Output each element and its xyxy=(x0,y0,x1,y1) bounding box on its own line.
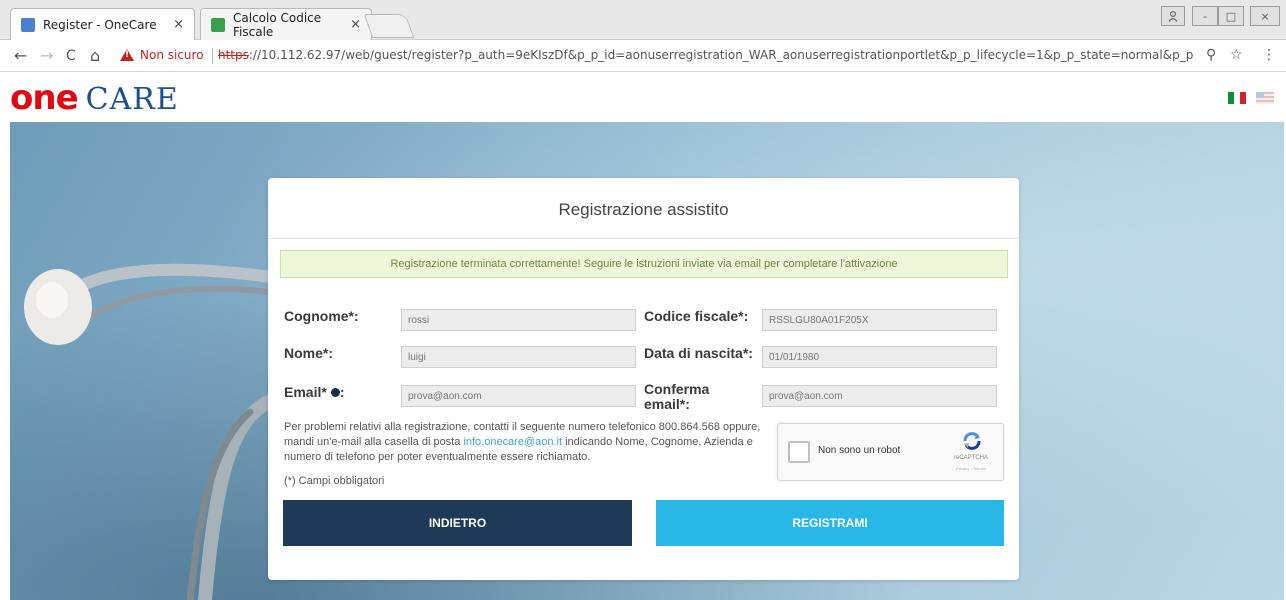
cognome-field[interactable]: rossi xyxy=(401,309,636,331)
conferma-email-field[interactable]: prova@aon.com xyxy=(762,385,997,407)
warning-icon xyxy=(120,49,134,61)
help-text: Per problemi relativi alla registrazione… xyxy=(284,420,774,465)
logo-care-text: CARE xyxy=(85,82,179,117)
sheet-favicon-icon xyxy=(211,17,225,32)
security-label: Non sicuro xyxy=(140,48,204,62)
conferma-email-label-line1: Conferma xyxy=(644,381,710,397)
url-scheme: https xyxy=(218,48,249,62)
data-nascita-field[interactable]: 01/01/1980 xyxy=(762,346,997,368)
browser-tab-bar: Register - OneCare × Calcolo Codice Fisc… xyxy=(0,0,1286,40)
tab-register-onecare[interactable]: Register - OneCare × xyxy=(10,8,195,40)
page-title: Registrazione assistito xyxy=(558,200,729,219)
recaptcha-brand: reCAPTCHA xyxy=(953,455,988,461)
onecare-logo[interactable]: one CARE xyxy=(10,78,179,118)
email-field[interactable]: prova@aon.com xyxy=(401,385,636,407)
conferma-email-label-line2: email*: xyxy=(644,396,690,412)
zoom-icon[interactable]: ⚲ xyxy=(1206,47,1216,63)
nome-field[interactable]: luigi xyxy=(401,346,636,368)
onecare-favicon-icon xyxy=(21,17,35,32)
recaptcha-checkbox[interactable] xyxy=(788,441,810,463)
registration-card: Registrazione assistito Registrazione te… xyxy=(268,178,1019,580)
address-bar: ← → C ⌂ Non sicuro https://10.112.62.97/… xyxy=(0,40,1286,72)
register-button[interactable]: REGISTRAMI xyxy=(656,500,1004,546)
close-tab-icon[interactable]: × xyxy=(173,17,184,32)
minimize-button[interactable]: - xyxy=(1192,6,1218,26)
reload-icon[interactable]: C xyxy=(66,46,76,66)
email-label-colon: : xyxy=(339,384,345,400)
bookmark-star-icon[interactable]: ☆ xyxy=(1230,47,1243,63)
data-nascita-label: Data di nascita*: xyxy=(644,345,753,361)
support-email-link[interactable]: info.onecare@aon.it xyxy=(463,436,562,448)
profile-icon[interactable] xyxy=(1161,6,1185,26)
logo-one-text: one xyxy=(10,78,79,118)
url-field[interactable]: https://10.112.62.97/web/guest/register?… xyxy=(218,48,1193,62)
back-arrow-icon[interactable]: ← xyxy=(14,46,27,66)
nome-label: Nome*: xyxy=(284,345,334,361)
back-button[interactable]: INDIETRO xyxy=(283,500,632,546)
recaptcha-label: Non sono un robot xyxy=(818,445,901,456)
tab-calcolo-codice-fiscale[interactable]: Calcolo Codice Fiscale × xyxy=(200,8,372,40)
info-icon[interactable] xyxy=(330,387,340,397)
new-tab-button[interactable] xyxy=(363,14,415,38)
cognome-label: Cognome*: xyxy=(284,308,359,324)
english-flag-icon[interactable] xyxy=(1256,92,1274,104)
url-text: ://10.112.62.97/web/guest/register?p_aut… xyxy=(248,48,1193,62)
title-divider xyxy=(268,238,1019,239)
email-label: Email*: xyxy=(284,385,344,400)
codice-fiscale-label: Codice fiscale*: xyxy=(644,308,749,324)
recaptcha-logo-icon xyxy=(963,432,981,450)
tab-title: Calcolo Codice Fiscale xyxy=(233,10,322,39)
email-label-text: Email* xyxy=(284,384,327,400)
stethoscope-image xyxy=(24,263,276,600)
security-indicator[interactable]: Non sicuro xyxy=(120,48,204,62)
maximize-button[interactable]: □ xyxy=(1218,6,1244,26)
tab-title: Register - OneCare xyxy=(43,17,157,32)
success-alert: Registrazione terminata correttamente! S… xyxy=(280,250,1008,278)
required-fields-note: (*) Campi obbligatori xyxy=(284,475,385,487)
site-header: one CARE xyxy=(0,72,1286,122)
codice-fiscale-field[interactable]: RSSLGU80A01F205X xyxy=(762,309,997,331)
recaptcha-terms-link[interactable]: Privacy - Termini xyxy=(938,466,1004,471)
italian-flag-icon[interactable] xyxy=(1228,92,1246,104)
conferma-email-label: Conferma email*: xyxy=(644,382,709,412)
forward-arrow-icon[interactable]: → xyxy=(40,46,53,66)
address-separator xyxy=(212,48,213,64)
browser-menu-icon[interactable]: ⋮ xyxy=(1262,47,1276,63)
recaptcha-widget: Non sono un robot reCAPTCHA Privacy - Te… xyxy=(777,423,1004,481)
home-icon[interactable]: ⌂ xyxy=(90,46,100,66)
close-window-button[interactable]: × xyxy=(1250,6,1280,26)
close-tab-icon[interactable]: × xyxy=(350,17,361,32)
